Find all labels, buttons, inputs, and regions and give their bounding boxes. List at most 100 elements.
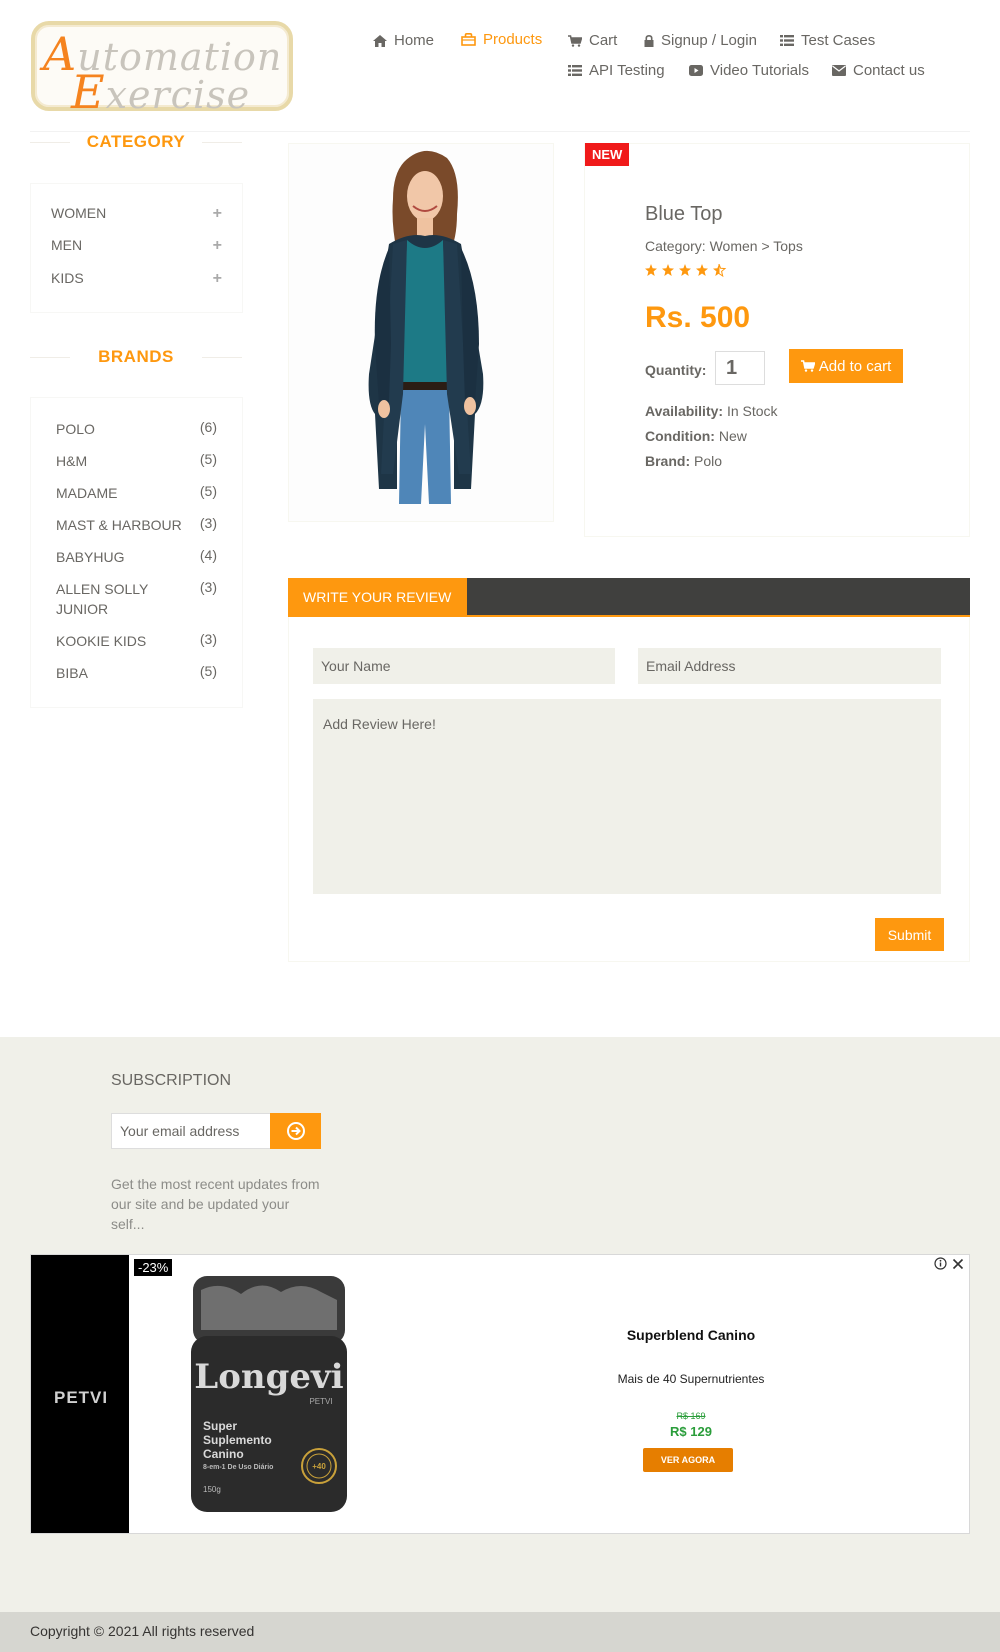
brand-count: (3) [199, 515, 217, 531]
advertisement-banner[interactable]: PETVI -23% Longevi PETVI Super Suplement… [30, 1254, 970, 1534]
jar-maker-text: PETVI [309, 1397, 332, 1406]
jar-text-line: Super [203, 1419, 237, 1433]
product-jar-image: Longevi PETVI Super Suplemento Canino 8-… [191, 1276, 347, 1512]
nav-home-label: Home [394, 32, 435, 49]
category-men[interactable]: Men + [51, 237, 222, 257]
category-label: Women [51, 205, 107, 221]
plus-icon[interactable]: + [213, 270, 222, 288]
jar-text-line: 8-em-1 De Uso Diário [203, 1464, 273, 1471]
brand-item-polo[interactable]: Polo (6) [56, 419, 217, 439]
product-image [288, 143, 554, 522]
nav-test-cases-label: Test Cases [801, 32, 876, 49]
brand-count: (5) [199, 483, 217, 499]
nav-cart[interactable]: Cart [568, 32, 617, 49]
brand-item-mast-harbour[interactable]: Mast & Harbour (3) [56, 515, 217, 535]
youtube-play-icon [689, 65, 703, 76]
ad-brand-panel: PETVI [31, 1255, 129, 1533]
nav-products-label: Products [483, 31, 543, 48]
jar-text-line: 150g [203, 1485, 221, 1494]
brand-name: Biba [56, 665, 88, 681]
ad-new-price: R$ 129 [670, 1424, 712, 1439]
brand-item-allen-solly-junior[interactable]: Allen Solly Junior (3) [56, 579, 217, 619]
availability-line: Availability: In Stock [645, 403, 778, 419]
brand-name: Kookie Kids [56, 633, 147, 649]
logo-line-2: Exercise [71, 65, 251, 119]
nav-login-label: Signup / Login [661, 32, 757, 49]
jar-seal-text: +40 [312, 1462, 326, 1471]
review-email-input[interactable]: Email Address [638, 648, 941, 684]
product-rating [645, 263, 730, 281]
subscription-title: SUBSCRIPTION [111, 1072, 232, 1089]
nav-test-cases[interactable]: Test Cases [780, 32, 875, 49]
brand-line: Brand: Polo [645, 453, 723, 469]
brand-item-madame[interactable]: Madame (5) [56, 483, 217, 503]
ad-brand-logo: PETVI [54, 1388, 109, 1407]
ad-subtitle: Mais de 40 Supernutrientes [617, 1372, 765, 1386]
brand-count: (4) [199, 547, 217, 563]
shopping-bag-icon [461, 33, 476, 46]
nav-video-tutorials[interactable]: Video Tutorials [689, 62, 809, 79]
plus-icon[interactable]: + [213, 205, 222, 223]
review-name-input[interactable]: Your Name [313, 648, 615, 684]
envelope-icon [832, 65, 846, 76]
brands-panel: Polo (6) H&M (5) Madame (5) Mast & Harbour (… [30, 397, 243, 708]
category-panel: Women + Men + Kids + [30, 183, 243, 313]
brand-name: Polo [56, 421, 95, 437]
add-to-cart-button[interactable]: Add to cart [789, 349, 903, 383]
cart-icon [568, 34, 582, 47]
jar-text-line: Canino [203, 1447, 244, 1461]
nav-contact[interactable]: Contact us [832, 62, 925, 79]
brand-item-hm[interactable]: H&M (5) [56, 451, 217, 471]
subscribe-button[interactable] [270, 1113, 321, 1149]
close-icon[interactable] [952, 1258, 964, 1270]
add-to-cart-label: Add to cart [818, 357, 892, 375]
brand-item-biba[interactable]: Biba (5) [56, 663, 217, 683]
subscription-email-input[interactable]: Your email address [111, 1113, 271, 1149]
category-label: Kids [51, 270, 84, 286]
category-label: Men [51, 237, 83, 253]
brand-item-babyhug[interactable]: Babyhug (4) [56, 547, 217, 567]
tab-write-review[interactable]: WRITE YOUR REVIEW [288, 578, 467, 617]
brand-count: (5) [199, 663, 217, 679]
brand-name: Allen Solly Junior [56, 581, 149, 617]
category-women[interactable]: Women + [51, 205, 222, 225]
category-kids[interactable]: Kids + [51, 270, 222, 290]
nav-api-testing[interactable]: API Testing [568, 62, 665, 79]
brand-count: (6) [199, 419, 217, 435]
quantity-label: Quantity: [645, 362, 707, 378]
category-title: CATEGORY [30, 132, 242, 152]
subscription-text: Get the most recent updates from our sit… [111, 1176, 320, 1232]
new-badge: NEW [585, 143, 630, 166]
brand-name: H&M [56, 453, 88, 469]
site-logo[interactable]: Automation Exercise [31, 21, 293, 119]
home-icon [373, 34, 387, 47]
brand-count: (3) [199, 631, 217, 647]
product-price: Rs. 500 [645, 301, 751, 334]
nav-contact-label: Contact us [853, 62, 925, 79]
nav-api-testing-label: API Testing [589, 62, 665, 79]
review-textarea[interactable]: Add Review Here! [313, 699, 941, 894]
arrow-circle-right-icon [286, 1122, 305, 1140]
brand-name: Babyhug [56, 549, 125, 565]
list-icon [568, 65, 582, 76]
product-information-panel [584, 143, 970, 537]
brand-item-kookie-kids[interactable]: Kookie Kids (3) [56, 631, 217, 651]
cart-icon [800, 360, 815, 372]
brand-name: Mast & Harbour [56, 517, 182, 533]
condition-line: Condition: New [645, 428, 747, 444]
review-submit-button[interactable]: Submit [875, 918, 944, 951]
plus-icon[interactable]: + [213, 237, 222, 255]
info-icon[interactable] [934, 1257, 947, 1270]
ad-cta-button[interactable]: VER AGORA [643, 1448, 733, 1472]
nav-cart-label: Cart [589, 32, 618, 49]
brand-count: (5) [199, 451, 217, 467]
nav-home[interactable]: Home [373, 32, 434, 49]
ad-discount-badge: -23% [134, 1259, 173, 1276]
quantity-input[interactable]: 1 [715, 351, 765, 385]
product-name: Blue Top [645, 203, 723, 225]
nav-video-tutorials-label: Video Tutorials [710, 62, 809, 79]
nav-products[interactable]: Products [461, 31, 542, 48]
jar-brand-text: Longevi [194, 1357, 343, 1397]
product-category: Category: Women > Tops [645, 238, 803, 254]
nav-signup-login[interactable]: Signup / Login [644, 32, 757, 49]
